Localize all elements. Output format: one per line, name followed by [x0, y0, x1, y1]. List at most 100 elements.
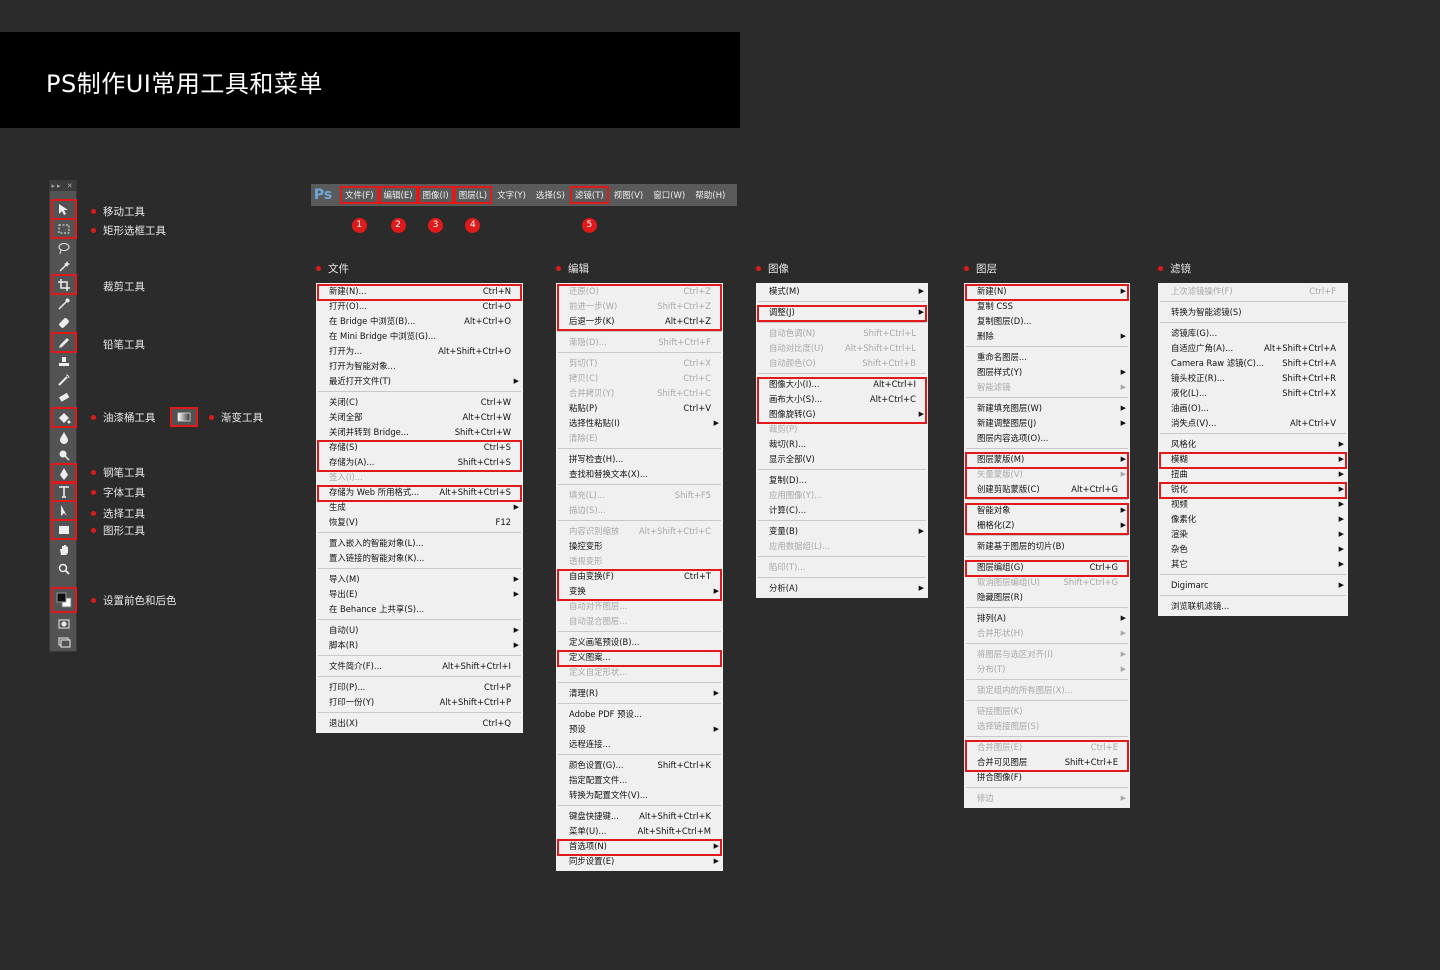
- menu-item[interactable]: 自动混合图层...: [556, 614, 723, 629]
- menu-item[interactable]: 生成 ▶: [316, 500, 523, 515]
- menu-item[interactable]: 将图层与选区对齐(I) ▶: [964, 647, 1130, 662]
- menu-bar-item[interactable]: 文件(F): [340, 186, 379, 204]
- menu-item[interactable]: 删除 ▶: [964, 329, 1130, 344]
- menu-item[interactable]: 导出(E) ▶: [316, 587, 523, 602]
- hand-tool-icon[interactable]: [53, 541, 75, 558]
- menu-item[interactable]: 分布(T) ▶: [964, 662, 1130, 677]
- menu-item[interactable]: 裁切(R)...: [756, 437, 928, 452]
- menu-item[interactable]: 定义自定形状...: [556, 665, 723, 680]
- menu-item[interactable]: 文件简介(F)... Alt+Shift+Ctrl+I: [316, 659, 523, 674]
- menu-item[interactable]: 透视变形: [556, 554, 723, 569]
- menu-item[interactable]: 重命名图层...: [964, 350, 1130, 365]
- menu-bar-item[interactable]: 视图(V): [610, 187, 647, 203]
- menu-item[interactable]: 自动对齐图层...: [556, 599, 723, 614]
- menu-item[interactable]: 颜色设置(G)... Shift+Ctrl+K: [556, 758, 723, 773]
- menu-item[interactable]: 置入嵌入的智能对象(L)...: [316, 536, 523, 551]
- menu-item[interactable]: 清理(R) ▶: [556, 686, 723, 701]
- menu-item[interactable]: 油画(O)...: [1158, 401, 1348, 416]
- zoom-tool-icon[interactable]: [53, 560, 75, 577]
- menu-bar-item[interactable]: 帮助(H): [691, 187, 729, 203]
- menu-item[interactable]: 存储(S) Ctrl+S: [316, 440, 523, 455]
- menu-item[interactable]: 首选项(N) ▶: [556, 839, 723, 854]
- menu-item[interactable]: 隐藏图层(R): [964, 590, 1130, 605]
- menu-item[interactable]: 浏览联机滤镜...: [1158, 599, 1348, 614]
- menu-item[interactable]: 排列(A) ▶: [964, 611, 1130, 626]
- menu-item[interactable]: 智能对象 ▶: [964, 503, 1130, 518]
- menu-item[interactable]: 在 Behance 上共享(S)...: [316, 602, 523, 617]
- menu-item[interactable]: Adobe PDF 预设...: [556, 707, 723, 722]
- menu-item[interactable]: 自动(U) ▶: [316, 623, 523, 638]
- menu-item[interactable]: 链接图层(K): [964, 704, 1130, 719]
- menu-item[interactable]: 合并图层(E) Ctrl+E: [964, 740, 1130, 755]
- screen-mode-icon[interactable]: [53, 633, 75, 650]
- menu-item[interactable]: 复制 CSS: [964, 299, 1130, 314]
- menu-item[interactable]: 定义图案...: [556, 650, 723, 665]
- pen-tool-icon[interactable]: [51, 463, 77, 484]
- menu-item[interactable]: 风格化 ▶: [1158, 437, 1348, 452]
- menu-item[interactable]: 矢量蒙版(V) ▶: [964, 467, 1130, 482]
- menu-item[interactable]: 置入链接的智能对象(K)...: [316, 551, 523, 566]
- menu-item[interactable]: 在 Mini Bridge 中浏览(G)...: [316, 329, 523, 344]
- menu-item[interactable]: 签入(I)...: [316, 470, 523, 485]
- menu-item[interactable]: 自由变换(F) Ctrl+T: [556, 569, 723, 584]
- menu-item[interactable]: 其它 ▶: [1158, 557, 1348, 572]
- menu-item[interactable]: 拼写检查(H)...: [556, 452, 723, 467]
- menu-bar-item[interactable]: 选择(S): [532, 187, 569, 203]
- menu-item[interactable]: 预设 ▶: [556, 722, 723, 737]
- menu-item[interactable]: 拷贝(C) Ctrl+C: [556, 371, 723, 386]
- menu-item[interactable]: 图层蒙版(M) ▶: [964, 452, 1130, 467]
- history-brush-icon[interactable]: [53, 371, 75, 388]
- menu-item[interactable]: 滤镜库(G)...: [1158, 326, 1348, 341]
- menu-item[interactable]: 消失点(V)... Alt+Ctrl+V: [1158, 416, 1348, 431]
- menu-item[interactable]: 新建(N)... Ctrl+N: [316, 284, 523, 299]
- menu-item[interactable]: 画布大小(S)... Alt+Ctrl+C: [756, 392, 928, 407]
- menu-item[interactable]: 新建调整图层(J) ▶: [964, 416, 1130, 431]
- healing-brush-icon[interactable]: [53, 314, 75, 331]
- menu-item[interactable]: 存储为(A)... Shift+Ctrl+S: [316, 455, 523, 470]
- menu-item[interactable]: 合并拷贝(Y) Shift+Ctrl+C: [556, 386, 723, 401]
- menu-item[interactable]: 分析(A) ▶: [756, 581, 928, 596]
- menu-item[interactable]: 拼合图像(F): [964, 770, 1130, 785]
- toolbox-header[interactable]: ▸▸ ✕: [50, 181, 76, 191]
- menu-item[interactable]: 自适应广角(A)... Alt+Shift+Ctrl+A: [1158, 341, 1348, 356]
- menu-item[interactable]: 复制(D)...: [756, 473, 928, 488]
- path-selection-icon[interactable]: [51, 500, 77, 521]
- menu-item[interactable]: 描边(S)...: [556, 503, 723, 518]
- menu-item[interactable]: 镜头校正(R)... Shift+Ctrl+R: [1158, 371, 1348, 386]
- menu-item[interactable]: 菜单(U)... Alt+Shift+Ctrl+M: [556, 824, 723, 839]
- menu-item[interactable]: 粘贴(P) Ctrl+V: [556, 401, 723, 416]
- menu-item[interactable]: 恢复(V) F12: [316, 515, 523, 530]
- menu-item[interactable]: 变量(B) ▶: [756, 524, 928, 539]
- quick-mask-icon[interactable]: [53, 615, 75, 632]
- menu-item[interactable]: 图层内容选项(O)...: [964, 431, 1130, 446]
- menu-item[interactable]: 计算(C)...: [756, 503, 928, 518]
- menu-item[interactable]: 填充(L)... Shift+F5: [556, 488, 723, 503]
- menu-item[interactable]: 视频 ▶: [1158, 497, 1348, 512]
- menu-item[interactable]: 导入(M) ▶: [316, 572, 523, 587]
- menu-item[interactable]: 操控变形: [556, 539, 723, 554]
- menu-item[interactable]: 自动对比度(U) Alt+Shift+Ctrl+L: [756, 341, 928, 356]
- menu-item[interactable]: 图层编组(G) Ctrl+G: [964, 560, 1130, 575]
- crop-tool-icon[interactable]: [51, 274, 77, 295]
- menu-item[interactable]: 裁剪(P): [756, 422, 928, 437]
- menu-item[interactable]: 锁定组内的所有图层(X)...: [964, 683, 1130, 698]
- move-tool-icon[interactable]: [51, 199, 77, 220]
- menu-item[interactable]: 清除(E): [556, 431, 723, 446]
- menu-item[interactable]: 陷印(T)...: [756, 560, 928, 575]
- menu-item[interactable]: 存储为 Web 所用格式... Alt+Shift+Ctrl+S: [316, 485, 523, 500]
- foreground-background-color-icon[interactable]: [51, 587, 77, 613]
- menu-item[interactable]: 关闭全部 Alt+Ctrl+W: [316, 410, 523, 425]
- menu-item[interactable]: 图层样式(Y) ▶: [964, 365, 1130, 380]
- menu-item[interactable]: 创建剪贴蒙版(C) Alt+Ctrl+G: [964, 482, 1130, 497]
- menu-item[interactable]: 智能滤镜 ▶: [964, 380, 1130, 395]
- menu-item[interactable]: 新建(N) ▶: [964, 284, 1130, 299]
- menu-item[interactable]: 模式(M) ▶: [756, 284, 928, 299]
- menu-item[interactable]: Camera Raw 滤镜(C)... Shift+Ctrl+A: [1158, 356, 1348, 371]
- menu-item[interactable]: 修边 ▶: [964, 791, 1130, 806]
- menu-item[interactable]: 应用图像(Y)...: [756, 488, 928, 503]
- menu-item[interactable]: 取消图层编组(U) Shift+Ctrl+G: [964, 575, 1130, 590]
- menu-item[interactable]: 选择性粘贴(I) ▶: [556, 416, 723, 431]
- marquee-tool-icon[interactable]: [51, 218, 77, 239]
- menu-item[interactable]: 新建基于图层的切片(B): [964, 539, 1130, 554]
- menu-item[interactable]: 渲染 ▶: [1158, 527, 1348, 542]
